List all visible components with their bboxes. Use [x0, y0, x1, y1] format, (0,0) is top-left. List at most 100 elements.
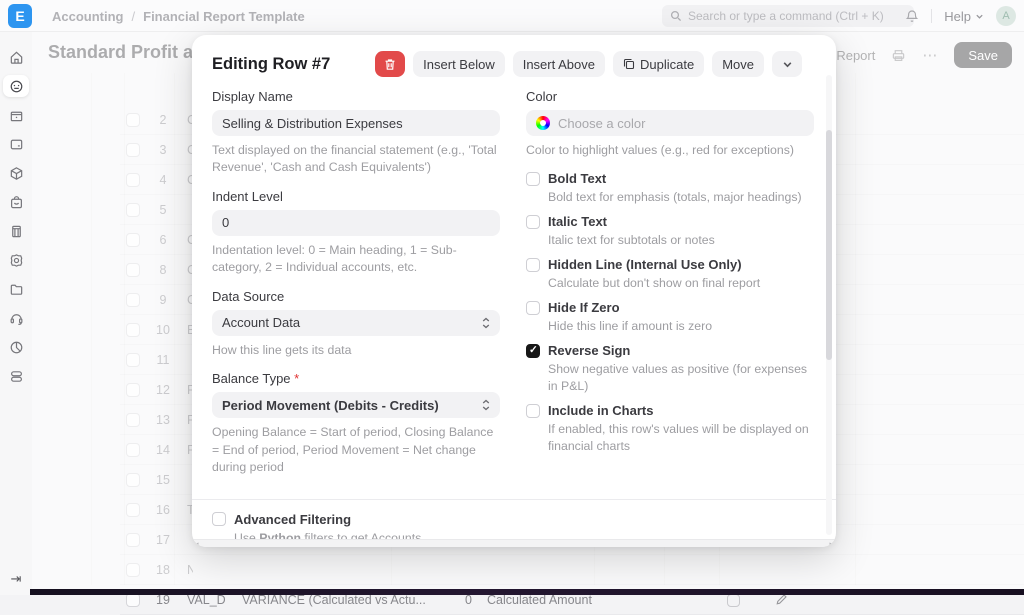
balance-type-label-text: Balance Type — [212, 371, 291, 386]
notifications-icon[interactable] — [905, 9, 919, 23]
indent-level-input[interactable]: 0 — [212, 210, 500, 236]
row-checkbox[interactable] — [126, 413, 140, 427]
balance-type-value: Period Movement (Debits - Credits) — [222, 398, 439, 413]
column-separator — [174, 73, 175, 585]
manufacturing-icon[interactable] — [3, 220, 29, 242]
modal-divider — [192, 499, 836, 500]
row-toggle-checkbox[interactable] — [727, 594, 740, 607]
row-value: 0 — [420, 593, 472, 607]
column-separator — [91, 73, 92, 585]
hidden-line-checkbox[interactable] — [526, 258, 540, 272]
row-description: VARIANCE (Calculated vs Actu... — [242, 593, 442, 607]
insert-below-button[interactable]: Insert Below — [413, 51, 505, 77]
breadcrumb-separator: / — [132, 9, 136, 24]
chevron-down-icon — [975, 12, 984, 21]
display-name-input[interactable]: Selling & Distribution Expenses — [212, 110, 500, 136]
duplicate-button[interactable]: Duplicate — [613, 51, 704, 77]
italic-text-desc: Italic text for subtotals or notes — [548, 232, 814, 249]
row-checkbox[interactable] — [126, 563, 140, 577]
logo-letter: E — [15, 8, 24, 24]
insert-above-button[interactable]: Insert Above — [513, 51, 605, 77]
analytics-icon[interactable] — [3, 336, 29, 358]
avatar[interactable]: A — [996, 6, 1016, 26]
row-checkbox[interactable] — [126, 143, 140, 157]
row-key: VAL_DI... — [187, 593, 225, 607]
selling-icon[interactable] — [3, 191, 29, 213]
row-checkbox[interactable] — [126, 473, 140, 487]
row-checkbox[interactable] — [126, 383, 140, 397]
bottom-edge-bar — [30, 589, 1024, 595]
delete-row-button[interactable] — [375, 51, 405, 77]
color-desc: Color to highlight values (e.g., red for… — [526, 142, 814, 159]
color-picker-input[interactable]: Choose a color — [526, 110, 814, 136]
row-checkbox[interactable] — [126, 533, 140, 547]
row-text-fragment: N — [187, 563, 193, 577]
modal-vertical-scrollbar[interactable] — [826, 75, 832, 535]
row-checkbox[interactable] — [126, 233, 140, 247]
assets-icon[interactable] — [3, 365, 29, 387]
include-in-charts-checkbox[interactable] — [526, 404, 540, 418]
balance-type-label: Balance Type * — [212, 371, 500, 386]
app-logo[interactable]: E — [8, 4, 32, 28]
advanced-filtering-checkbox[interactable] — [212, 512, 226, 526]
balance-type-desc: Opening Balance = Start of period, Closi… — [212, 424, 500, 476]
reverse-sign-label: Reverse Sign — [548, 343, 630, 358]
chevron-down-icon — [782, 59, 793, 70]
buying-icon[interactable] — [3, 162, 29, 184]
top-navbar: E Accounting / Financial Report Template… — [0, 0, 1024, 32]
projects-icon[interactable] — [3, 278, 29, 300]
trash-icon — [384, 58, 396, 71]
row-checkbox[interactable] — [126, 173, 140, 187]
payments-icon[interactable] — [3, 133, 29, 155]
row-checkbox[interactable] — [126, 203, 140, 217]
balance-type-select[interactable]: Period Movement (Debits - Credits) — [212, 392, 500, 418]
data-source-desc: How this line gets its data — [212, 342, 500, 359]
row-type: Calculated Amount — [487, 593, 592, 607]
color-wheel-icon — [536, 116, 550, 130]
stock-icon[interactable] — [3, 104, 29, 126]
hide-if-zero-checkbox[interactable] — [526, 301, 540, 315]
support-icon[interactable] — [3, 307, 29, 329]
display-name-desc: Text displayed on the financial statemen… — [212, 142, 500, 177]
modal-right-column: Color Choose a color Color to highlight … — [526, 89, 814, 489]
hide-if-zero-desc: Hide this line if amount is zero — [548, 318, 814, 335]
quality-icon[interactable] — [3, 249, 29, 271]
indent-level-desc: Indentation level: 0 = Main heading, 1 =… — [212, 242, 500, 277]
row-checkbox[interactable] — [126, 263, 140, 277]
more-actions-button[interactable] — [772, 51, 802, 77]
bold-text-checkbox[interactable] — [526, 172, 540, 186]
home-icon[interactable] — [3, 46, 29, 68]
modal-horizontal-scrollbar[interactable]: ◂▸ — [192, 539, 836, 547]
select-chevrons-icon — [482, 317, 490, 329]
table-row: 18N — [120, 555, 1024, 585]
row-checkbox[interactable] — [126, 323, 140, 337]
hidden-line-desc: Calculate but don't show on final report — [548, 275, 814, 292]
italic-text-checkbox[interactable] — [526, 215, 540, 229]
accounting-icon[interactable] — [3, 75, 29, 97]
search-icon — [670, 10, 682, 22]
row-checkbox[interactable] — [126, 503, 140, 517]
breadcrumb-item-accounting[interactable]: Accounting — [52, 9, 124, 24]
search-input[interactable]: Search or type a command (Ctrl + K) — [662, 5, 914, 27]
row-checkbox[interactable] — [126, 593, 140, 607]
italic-text-label: Italic Text — [548, 214, 607, 229]
display-name-label: Display Name — [212, 89, 500, 104]
color-placeholder: Choose a color — [558, 116, 645, 131]
avatar-letter: A — [1002, 10, 1009, 22]
scrollbar-thumb[interactable] — [826, 130, 832, 360]
copy-icon — [623, 58, 635, 70]
move-button[interactable]: Move — [712, 51, 764, 77]
column-separator — [124, 73, 125, 585]
reverse-sign-checkbox[interactable] — [526, 344, 540, 358]
data-source-value: Account Data — [222, 315, 300, 330]
breadcrumb-item-template[interactable]: Financial Report Template — [143, 9, 305, 24]
data-source-select[interactable]: Account Data — [212, 310, 500, 336]
row-checkbox[interactable] — [126, 293, 140, 307]
sidebar-collapse-icon[interactable]: ⇥ — [0, 571, 32, 587]
row-checkbox[interactable] — [126, 113, 140, 127]
row-checkbox[interactable] — [126, 443, 140, 457]
row-checkbox[interactable] — [126, 353, 140, 367]
help-menu[interactable]: Help — [944, 9, 984, 24]
navbar-divider — [931, 9, 932, 23]
include-in-charts-label: Include in Charts — [548, 403, 653, 418]
